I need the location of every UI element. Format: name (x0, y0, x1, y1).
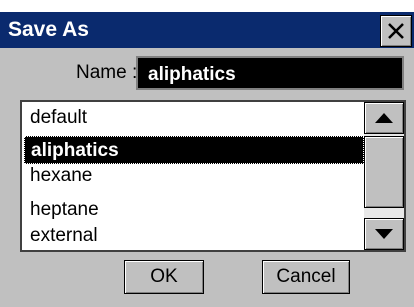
dialog-title: Save As (8, 18, 89, 41)
title-bar: Save As (0, 12, 414, 48)
arrow-up-icon (375, 113, 393, 123)
list-scrollbar[interactable] (364, 102, 404, 250)
name-input[interactable]: aliphatics (136, 56, 404, 90)
ok-button[interactable]: OK (124, 260, 204, 294)
scroll-up-button[interactable] (364, 102, 404, 134)
close-icon (388, 23, 404, 39)
list-item-external[interactable]: external (24, 222, 364, 250)
scroll-down-button[interactable] (364, 218, 404, 250)
name-label: Name : (76, 62, 138, 83)
background-window-fragment (0, 0, 414, 12)
file-list[interactable]: default aliphatics hexane heptane extern… (20, 100, 406, 252)
scroll-thumb[interactable] (364, 136, 404, 208)
close-button[interactable] (380, 15, 412, 47)
list-item-default[interactable]: default (24, 104, 364, 132)
list-item-hexane[interactable]: hexane (24, 162, 364, 190)
list-item-heptane[interactable]: heptane (24, 196, 364, 224)
arrow-down-icon (375, 229, 393, 239)
cancel-button[interactable]: Cancel (262, 260, 350, 294)
list-item-aliphatics[interactable]: aliphatics (24, 136, 364, 164)
dialog-body: Name : aliphatics default aliphatics hex… (0, 48, 414, 307)
